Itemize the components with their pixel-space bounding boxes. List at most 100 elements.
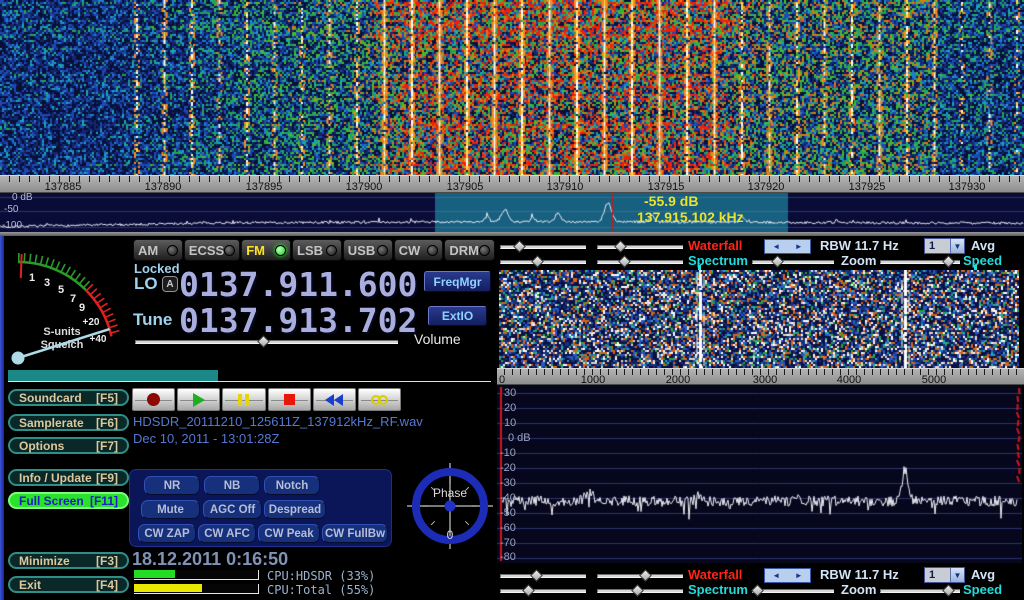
mode-am[interactable]: AM [133, 239, 183, 261]
despread-label: Despread [269, 504, 321, 516]
slider-thumb[interactable] [751, 584, 764, 597]
s-meter-tick-label: 5 [58, 284, 64, 296]
lo-label: LO [134, 274, 158, 294]
minimize-button[interactable]: Minimize[F3] [8, 552, 129, 569]
soundcard-button[interactable]: Soundcard[F5] [8, 389, 129, 406]
bottom-spectrum-gain-slider[interactable] [500, 584, 586, 597]
rf-frequency-scale[interactable]: 137885 137890 137895 137900 137905 13791… [0, 175, 1024, 193]
af-frequency-scale[interactable]: 0 1000 2000 3000 4000 5000 [497, 368, 1024, 385]
exit-button[interactable]: Exit[F4] [8, 576, 129, 593]
slider-thumb[interactable] [639, 569, 652, 582]
record-button[interactable] [132, 388, 175, 411]
slider-thumb[interactable] [513, 240, 526, 253]
bottom-zoom-slider[interactable] [752, 584, 834, 597]
cw-fullbw-button[interactable]: CW FullBw [322, 524, 388, 543]
cw-peak-button[interactable]: CW Peak [258, 524, 320, 543]
squelch-needle-pivot[interactable] [12, 352, 25, 365]
extio-button[interactable]: ExtIO [428, 306, 487, 326]
notch-button[interactable]: Notch [264, 476, 320, 495]
slider-thumb[interactable] [531, 255, 544, 268]
top-spectrum-gain-slider[interactable] [500, 255, 586, 268]
slider-thumb[interactable] [614, 240, 627, 253]
mode-cw[interactable]: CW [394, 239, 444, 261]
agc-button[interactable]: AGC Off [203, 500, 262, 519]
slider-thumb[interactable] [522, 584, 535, 597]
bottom-spectrum-range-slider[interactable] [597, 584, 683, 597]
rf-spectrum-display[interactable] [0, 193, 1024, 232]
af-db-label: 10 [504, 417, 516, 429]
slider-track [500, 589, 586, 593]
rf-db-label: 0 dB [12, 192, 33, 203]
top-avg-select[interactable]: 1▼ [924, 238, 965, 254]
mute-button[interactable]: Mute [141, 500, 200, 519]
lo-frequency-display[interactable]: 0137.911.600 [179, 265, 417, 304]
af-waterfall-display[interactable] [499, 270, 1019, 368]
cw-afc-button[interactable]: CW AFC [198, 524, 256, 543]
mode-drm[interactable]: DRM [444, 239, 495, 261]
right-arrow-icon[interactable]: ► [795, 571, 803, 580]
top-waterfall-gain-slider[interactable] [500, 240, 586, 253]
slider-track [752, 260, 834, 264]
bottom-waterfall-range-slider[interactable] [597, 569, 683, 582]
chevron-down-icon[interactable]: ▼ [950, 568, 964, 582]
freqmgr-button[interactable]: FreqMgr [424, 271, 491, 292]
nr-button[interactable]: NR [144, 476, 200, 495]
right-arrow-icon[interactable]: ► [795, 242, 803, 251]
slider-thumb[interactable] [942, 584, 955, 597]
top-spectrum-range-slider[interactable] [597, 255, 683, 268]
top-zoom-slider[interactable] [752, 255, 834, 268]
stop-icon [284, 394, 295, 405]
playback-bar [132, 388, 401, 411]
lo-lock-button[interactable]: A [162, 276, 178, 292]
chevron-down-icon[interactable]: ▼ [950, 239, 964, 253]
bottom-speed-slider[interactable] [880, 584, 960, 597]
options-button[interactable]: Options[F7] [8, 437, 129, 454]
top-rbw-spinner[interactable]: ◄► [764, 239, 811, 254]
freqmgr-label: FreqMgr [434, 275, 482, 289]
mode-lsb[interactable]: LSB [292, 239, 342, 261]
af-db-label: 0 dB [508, 432, 531, 444]
slider-thumb[interactable] [618, 255, 631, 268]
top-speed-slider[interactable] [880, 255, 960, 268]
rf-waterfall-display[interactable] [0, 0, 1024, 175]
loop-button[interactable] [358, 388, 401, 411]
minimize-label: Minimize [19, 554, 70, 568]
info-update-label: Info / Update [19, 471, 92, 485]
samplerate-button[interactable]: Samplerate[F6] [8, 414, 129, 431]
top-rbw-label: RBW 11.7 Hz [820, 238, 899, 253]
slider-thumb[interactable] [942, 255, 955, 268]
dsp-panel: NR NB Notch Mute AGC Off Despread CW ZAP… [129, 469, 392, 547]
options-label: Options [19, 439, 64, 453]
volume-slider[interactable] [135, 335, 398, 348]
fullscreen-button[interactable]: Full Screen[F11] [8, 492, 129, 509]
cw-zap-button[interactable]: CW ZAP [138, 524, 196, 543]
despread-button[interactable]: Despread [264, 500, 326, 519]
mode-fm-label: FM [246, 243, 265, 258]
rewind-button[interactable] [313, 388, 356, 411]
top-waterfall-range-slider[interactable] [597, 240, 683, 253]
slider-thumb[interactable] [771, 255, 784, 268]
play-button[interactable] [177, 388, 220, 411]
fullscreen-key: [F11] [90, 494, 118, 508]
slider-thumb[interactable] [530, 569, 543, 582]
info-update-button[interactable]: Info / Update[F9] [8, 469, 129, 486]
slider-thumb[interactable] [631, 584, 644, 597]
nb-button[interactable]: NB [204, 476, 260, 495]
mode-ecss[interactable]: ECSS [184, 239, 240, 261]
bottom-rbw-spinner[interactable]: ◄► [764, 568, 811, 583]
stop-button[interactable] [268, 388, 311, 411]
mode-usb[interactable]: USB [343, 239, 393, 261]
rf-scale-label: 137885 [45, 181, 82, 193]
volume-thumb[interactable] [257, 335, 270, 348]
left-arrow-icon[interactable]: ◄ [772, 571, 780, 580]
bottom-avg-label: Avg [971, 567, 995, 582]
cw-fullbw-label: CW FullBw [325, 528, 385, 540]
bottom-waterfall-gain-slider[interactable] [500, 569, 586, 582]
notch-label: Notch [276, 480, 309, 492]
bottom-avg-select[interactable]: 1▼ [924, 567, 965, 583]
af-spectrum-display[interactable] [497, 385, 1022, 563]
mode-fm[interactable]: FM [241, 239, 291, 261]
pause-button[interactable] [222, 388, 265, 411]
avg-value: 1 [925, 568, 950, 582]
left-arrow-icon[interactable]: ◄ [772, 242, 780, 251]
